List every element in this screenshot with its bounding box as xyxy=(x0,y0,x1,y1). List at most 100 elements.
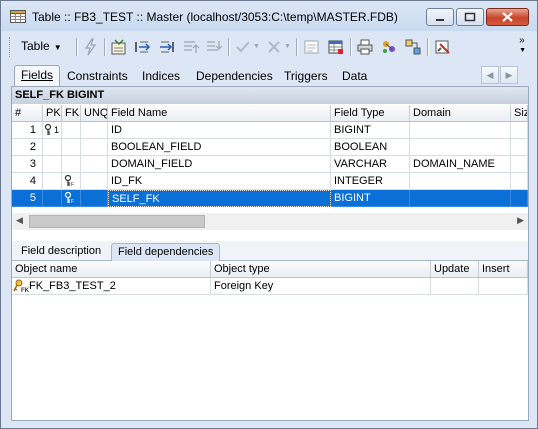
field-name-cell[interactable]: BOOLEAN_FIELD xyxy=(108,139,331,156)
scroll-left-icon[interactable]: ◀ xyxy=(16,215,23,226)
field-name-cell[interactable]: DOMAIN_FIELD xyxy=(108,156,331,173)
column-header-update[interactable]: Update xyxy=(431,261,479,278)
field-type-cell[interactable]: BIGINT xyxy=(331,190,410,207)
field-type-cell[interactable]: INTEGER xyxy=(331,173,410,190)
toolbar-overflow-label: » xyxy=(519,35,525,46)
dependencies-grid-header: Object name Object type Update Insert xyxy=(12,261,528,278)
table-menu-button[interactable]: Table ▼ xyxy=(21,36,62,56)
move-down-icon[interactable] xyxy=(205,38,223,56)
column-header-field-type[interactable]: Field Type xyxy=(331,105,410,122)
design-icon[interactable] xyxy=(380,38,398,56)
tab-dependencies[interactable]: Dependencies xyxy=(196,67,273,85)
field-type-cell[interactable]: BIGINT xyxy=(331,122,410,139)
tab-triggers-label: Triggers xyxy=(284,69,328,83)
field-type-cell[interactable]: VARCHAR xyxy=(331,156,410,173)
commit-icon[interactable] xyxy=(234,38,252,56)
title-bar[interactable]: Table :: FB3_TEST :: Master (localhost/3… xyxy=(1,1,537,31)
scroll-right-icon[interactable]: ▶ xyxy=(517,215,524,226)
table-row-selected[interactable]: 5 F SELF_FK BIGINT xyxy=(12,190,528,207)
field-name-cell[interactable]: SELF_FK xyxy=(108,190,331,207)
column-header-object-name[interactable]: Object name xyxy=(12,261,211,278)
toolbar-separator xyxy=(427,38,429,56)
table-row[interactable]: 2 BOOLEAN_FIELD BOOLEAN xyxy=(12,139,528,156)
column-header-object-type[interactable]: Object type xyxy=(211,261,431,278)
object-type-cell[interactable]: Foreign Key xyxy=(211,278,431,295)
pk-cell xyxy=(43,156,62,173)
column-header-pk[interactable]: PK xyxy=(43,105,62,122)
domain-cell[interactable] xyxy=(410,139,511,156)
toolbar-overflow-arrow-icon: ▼ xyxy=(519,47,526,54)
toolbar-overflow-button[interactable]: » ▼ xyxy=(519,36,526,55)
row-number: 2 xyxy=(12,139,43,156)
field-name-cell[interactable]: ID_FK xyxy=(108,173,331,190)
table-row[interactable]: 4 F ID_FK INTEGER xyxy=(12,173,528,190)
table-editor-window: Table :: FB3_TEST :: Master (localhost/3… xyxy=(0,0,538,429)
tab-constraints[interactable]: Constraints xyxy=(67,67,128,85)
properties-icon[interactable] xyxy=(303,38,321,56)
fk-cell xyxy=(62,156,81,173)
domain-cell[interactable] xyxy=(410,173,511,190)
fk-cell xyxy=(62,139,81,156)
grid-icon[interactable] xyxy=(327,38,345,56)
fk-cell: F xyxy=(62,173,81,190)
tab-scroll-left-button[interactable]: ◀ xyxy=(481,66,499,84)
dependency-icon[interactable] xyxy=(404,38,422,56)
tab-field-description[interactable]: Field description xyxy=(15,243,107,260)
rollback-icon[interactable] xyxy=(265,38,283,56)
print-icon[interactable] xyxy=(356,38,374,56)
field-name-cell[interactable]: ID xyxy=(108,122,331,139)
tab-data[interactable]: Data xyxy=(342,67,367,85)
tab-scroll-right-button[interactable]: ▶ xyxy=(500,66,518,84)
domain-cell[interactable] xyxy=(410,122,511,139)
update-cell[interactable] xyxy=(431,278,479,295)
lightning-icon[interactable] xyxy=(82,38,100,56)
row-number: 1 xyxy=(12,122,43,139)
insert-field-icon[interactable] xyxy=(134,38,152,56)
tab-indices-label: Indices xyxy=(142,69,181,83)
column-header-number[interactable]: # xyxy=(12,105,43,122)
tab-fields[interactable]: Fields xyxy=(14,65,61,87)
tab-triggers[interactable]: Triggers xyxy=(284,67,328,85)
column-header-domain[interactable]: Domain xyxy=(410,105,511,122)
column-header-unq[interactable]: UNQ xyxy=(81,105,108,122)
close-button[interactable] xyxy=(486,8,529,26)
domain-cell[interactable] xyxy=(410,190,511,207)
table-row[interactable]: 1 1 ID BIGINT xyxy=(12,122,528,139)
column-header-insert[interactable]: Insert xyxy=(479,261,528,278)
rollback-dropdown-icon[interactable]: ▼ xyxy=(284,43,291,50)
table-row[interactable]: 3 DOMAIN_FIELD VARCHAR DOMAIN_NAME xyxy=(12,156,528,173)
insert-cell[interactable] xyxy=(479,278,528,295)
column-header-size[interactable]: Siz xyxy=(511,105,528,122)
minimize-button[interactable] xyxy=(426,8,454,26)
column-header-field-name[interactable]: Field Name xyxy=(108,105,331,122)
maximize-button[interactable] xyxy=(456,8,484,26)
field-type-cell[interactable]: BOOLEAN xyxy=(331,139,410,156)
edit-table-icon[interactable] xyxy=(110,38,128,56)
fields-horizontal-scrollbar[interactable]: ◀ ▶ xyxy=(12,213,528,230)
tab-indices[interactable]: Indices xyxy=(142,67,180,85)
unq-cell xyxy=(81,122,108,139)
tab-fields-label: Fields xyxy=(21,68,54,82)
table-row[interactable]: FK FK_FB3_TEST_2 Foreign Key xyxy=(12,278,528,295)
row-number: 3 xyxy=(12,156,43,173)
table-icon xyxy=(10,10,26,23)
domain-cell[interactable]: DOMAIN_NAME xyxy=(410,156,511,173)
object-name-cell[interactable]: FK FK_FB3_TEST_2 xyxy=(12,278,211,295)
commit-dropdown-icon[interactable]: ▼ xyxy=(253,43,260,50)
compile-icon[interactable] xyxy=(434,38,452,56)
unq-cell xyxy=(81,190,108,207)
pk-cell xyxy=(43,139,62,156)
row-number: 4 xyxy=(12,173,43,190)
fk-cell xyxy=(62,122,81,139)
chevron-left-icon: ◀ xyxy=(486,70,494,80)
foreign-key-icon: F xyxy=(64,191,74,205)
tab-field-dependencies[interactable]: Field dependencies xyxy=(111,243,221,261)
move-up-icon[interactable] xyxy=(182,38,200,56)
pk-cell: 1 xyxy=(43,122,62,139)
append-field-icon[interactable] xyxy=(158,38,176,56)
scrollbar-thumb[interactable] xyxy=(29,215,205,228)
fk-cell: F xyxy=(62,190,81,207)
toolbar-grip[interactable] xyxy=(9,37,13,57)
column-header-fk[interactable]: FK xyxy=(62,105,81,122)
tab-constraints-label: Constraints xyxy=(67,69,128,83)
